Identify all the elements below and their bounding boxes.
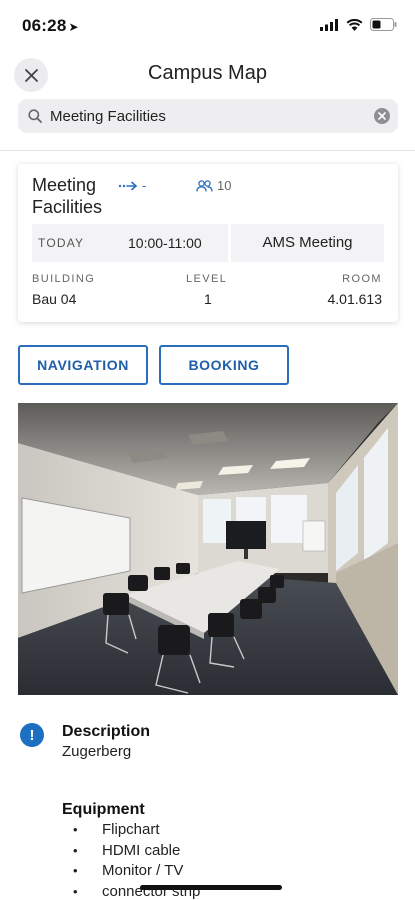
clear-search-button[interactable]: [374, 108, 390, 124]
status-time: 06:28 ➤: [22, 16, 79, 36]
wifi-icon: [346, 18, 363, 31]
booking-button[interactable]: BOOKING: [159, 345, 289, 385]
search-icon: [28, 109, 42, 123]
navigation-button[interactable]: NAVIGATION: [18, 345, 148, 385]
status-icons: [320, 18, 397, 31]
description-heading: Description: [62, 723, 151, 740]
divider: [0, 150, 415, 151]
room-value: 4.01.613: [327, 291, 383, 307]
people-icon: [196, 179, 213, 192]
search-input[interactable]: [50, 107, 360, 125]
equipment-heading: Equipment: [62, 801, 145, 818]
list-item: Monitor / TV: [62, 861, 200, 882]
building-value: Bau 04: [32, 291, 77, 307]
nav-bar: Campus Map: [0, 54, 415, 94]
description-text: Zugerberg: [62, 743, 132, 760]
building-label: BUILDING: [32, 273, 96, 285]
booking-row[interactable]: TODAY 10:00-11:00 AMS Meeting: [32, 224, 384, 262]
info-icon: !: [20, 723, 44, 747]
clock-text: 06:28: [22, 16, 67, 35]
list-item: Flipchart: [62, 820, 200, 841]
search-bar: [18, 99, 398, 133]
booking-day-label: TODAY: [38, 236, 85, 250]
capacity-value: 10: [217, 178, 232, 193]
status-bar: 06:28 ➤: [0, 0, 415, 48]
capacity: 10: [196, 178, 231, 193]
booking-name: AMS Meeting: [262, 234, 353, 251]
booking-time: 10:00-11:00: [128, 235, 202, 251]
room-card: Meeting Facilities - 10 TODAY 10:00-11:0…: [18, 164, 398, 322]
navigation-distance: -: [118, 178, 146, 193]
room-label: ROOM: [342, 273, 382, 285]
route-arrow-icon: [118, 181, 138, 190]
distance-value: -: [142, 178, 147, 193]
meeting-room-image: [18, 403, 398, 695]
list-item: HDMI cable: [62, 841, 200, 862]
room-photo[interactable]: [18, 403, 398, 695]
cellular-signal-icon: [320, 18, 338, 31]
level-value: 1: [204, 291, 212, 307]
location-arrow-icon: ➤: [68, 20, 79, 34]
home-indicator[interactable]: [140, 885, 282, 890]
room-title: Meeting Facilities: [32, 175, 103, 217]
clear-icon: [378, 112, 386, 120]
page-title: Campus Map: [148, 62, 267, 84]
battery-icon: [370, 18, 397, 31]
level-label: LEVEL: [186, 273, 228, 285]
